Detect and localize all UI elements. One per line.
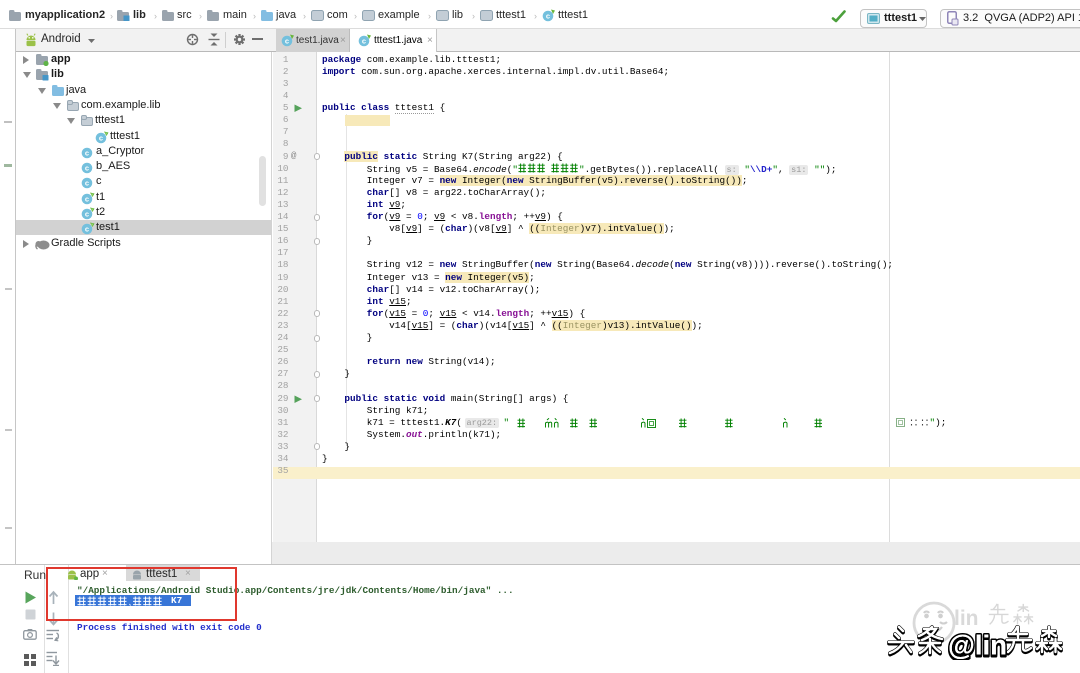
svg-text:@lin: @lin <box>948 630 1007 661</box>
